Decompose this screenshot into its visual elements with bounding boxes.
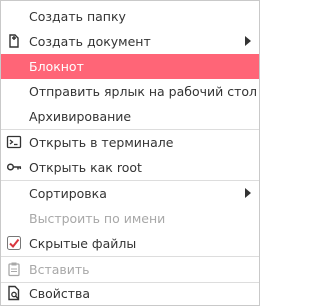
menu-item-label: Свойства bbox=[29, 286, 91, 301]
menu-item-properties[interactable]: Свойства bbox=[1, 281, 259, 306]
menu-item-label: Открыть в терминале bbox=[29, 135, 174, 150]
menu-item-label: Архивирование bbox=[29, 109, 132, 124]
properties-icon bbox=[6, 285, 22, 301]
context-menu: Создать папку Создать документ Блокнот О… bbox=[0, 0, 260, 306]
submenu-arrow-icon bbox=[245, 36, 251, 46]
menu-item-label: Отправить ярлык на рабочий стол bbox=[29, 84, 257, 99]
menu-item-send-shortcut[interactable]: Отправить ярлык на рабочий стол bbox=[1, 79, 259, 104]
menu-item-label: Скрытые файлы bbox=[29, 236, 137, 251]
menu-item-label: Блокнот bbox=[29, 59, 84, 74]
menu-item-label: Выстроить по имени bbox=[29, 211, 166, 226]
menu-item-arrange-by-name: Выстроить по имени bbox=[1, 206, 259, 231]
checkmark-icon bbox=[6, 235, 22, 251]
menu-item-label: Вставить bbox=[29, 262, 90, 277]
paste-icon bbox=[6, 261, 22, 277]
menu-item-label: Создать папку bbox=[29, 9, 126, 24]
menu-item-paste: Вставить bbox=[1, 257, 259, 282]
menu-item-open-terminal[interactable]: Открыть в терминале bbox=[1, 130, 259, 155]
submenu-arrow-icon bbox=[245, 188, 251, 198]
new-document-icon bbox=[6, 33, 22, 49]
menu-item-archive[interactable]: Архивирование bbox=[1, 104, 259, 129]
menu-item-hidden-files[interactable]: Скрытые файлы bbox=[1, 231, 259, 256]
menu-item-sort[interactable]: Сортировка bbox=[1, 181, 259, 206]
menu-item-notepad[interactable]: Блокнот bbox=[1, 54, 259, 79]
menu-item-label: Сортировка bbox=[29, 186, 107, 201]
menu-item-label: Открыть как root bbox=[29, 160, 142, 175]
key-icon bbox=[6, 159, 22, 175]
terminal-icon bbox=[6, 134, 22, 150]
menu-item-create-document[interactable]: Создать документ bbox=[1, 29, 259, 54]
menu-item-open-as-root[interactable]: Открыть как root bbox=[1, 155, 259, 180]
menu-item-label: Создать документ bbox=[29, 34, 151, 49]
menu-item-create-folder[interactable]: Создать папку bbox=[1, 4, 259, 29]
